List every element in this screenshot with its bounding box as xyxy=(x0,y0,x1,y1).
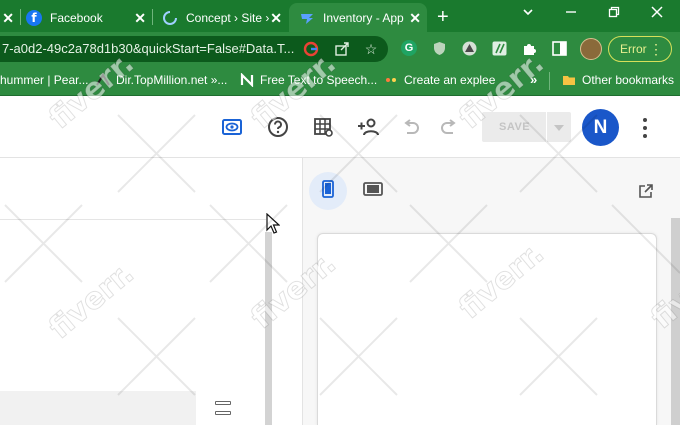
bookmark-topmillion[interactable]: Dir.TopMillion.net »... xyxy=(96,73,227,87)
tab-concept-site[interactable]: Concept › Site › ✕ xyxy=(152,3,288,32)
tab-strip: ✕ f Facebook ✕ Concept › Site › ✕ Invent… xyxy=(0,0,680,32)
help-icon[interactable] xyxy=(265,114,291,140)
address-url: 7-a0d2-49c2a78d1b30&quickStart=False#Dat… xyxy=(2,41,295,56)
side-panel-icon[interactable] xyxy=(551,40,567,56)
facebook-icon: f xyxy=(26,9,42,26)
bookmarks-overflow-button[interactable]: » xyxy=(530,72,537,87)
mouse-cursor-icon xyxy=(266,213,280,234)
tab-label: Facebook xyxy=(50,10,103,25)
profile-error-button[interactable]: Error ⋮ xyxy=(608,36,672,62)
list-item[interactable] xyxy=(0,391,196,425)
open-in-new-icon[interactable] xyxy=(636,181,656,201)
more-vert-icon[interactable] xyxy=(638,116,652,140)
appsheet-icon xyxy=(299,10,315,26)
preview-eye-icon[interactable] xyxy=(219,114,245,140)
n-logo-icon xyxy=(240,73,254,87)
tab-close-icon[interactable]: ✕ xyxy=(2,10,14,27)
share-icon[interactable] xyxy=(333,40,351,58)
extension-slash-icon[interactable] xyxy=(491,40,507,56)
tab-close-icon[interactable]: ✕ xyxy=(270,10,282,27)
shield-extension-icon[interactable] xyxy=(431,40,447,56)
bookmarks-divider xyxy=(549,72,550,90)
chevron-down-icon xyxy=(554,118,564,136)
bookmark-explee[interactable]: Create an explee xyxy=(384,73,495,87)
bookmarks-bar: hummer | Pear... Dir.TopMillion.net »...… xyxy=(0,66,680,96)
more-vert-icon: ⋮ xyxy=(649,41,663,57)
preview-scrollbar[interactable] xyxy=(671,218,680,425)
close-window-icon[interactable] xyxy=(651,5,663,21)
save-button[interactable]: SAVE xyxy=(482,112,546,142)
mobile-icon xyxy=(322,179,334,203)
folder-icon xyxy=(562,73,576,87)
app-header: SAVE xyxy=(0,96,680,158)
tab-partial-left[interactable]: ✕ xyxy=(0,3,20,32)
bookmark-label: Create an explee xyxy=(404,73,496,87)
bookmark-label: Dir.TopMillion.net »... xyxy=(116,73,228,87)
save-dropdown-button[interactable] xyxy=(547,112,571,142)
bookmark-star-icon[interactable]: ☆ xyxy=(362,40,380,58)
other-bookmarks-label: Other bookmarks xyxy=(582,73,675,87)
other-bookmarks-folder[interactable]: Other bookmarks xyxy=(562,73,674,87)
bookmark-hummer[interactable]: hummer | Pear... xyxy=(0,73,88,87)
extensions-puzzle-icon[interactable] xyxy=(521,40,537,56)
stack-list-icon[interactable] xyxy=(215,401,231,415)
minimize-icon[interactable] xyxy=(565,5,577,21)
app-preview-frame[interactable] xyxy=(317,233,657,425)
extension-triangle-icon[interactable] xyxy=(461,40,477,56)
panel-divider xyxy=(0,219,266,220)
new-tab-button[interactable]: + xyxy=(437,6,449,29)
error-label: Error xyxy=(620,42,647,56)
explee-icon xyxy=(384,73,398,87)
grid-settings-icon[interactable] xyxy=(310,114,336,140)
bookmark-label: Free Text to Speech... xyxy=(260,73,378,87)
loading-spinner-icon xyxy=(162,10,178,26)
tablet-icon xyxy=(363,181,383,201)
tab-facebook[interactable]: f Facebook ✕ xyxy=(20,3,152,32)
topmillion-icon xyxy=(96,73,110,87)
undo-icon[interactable] xyxy=(398,114,424,140)
bookmark-free-tts[interactable]: Free Text to Speech... xyxy=(240,73,377,87)
address-bar[interactable]: 7-a0d2-49c2a78d1b30&quickStart=False#Dat… xyxy=(0,36,388,62)
tab-label: Inventory - App xyxy=(323,10,404,25)
profile-avatar[interactable] xyxy=(580,38,602,60)
restore-icon[interactable] xyxy=(608,5,620,21)
tab-close-icon[interactable]: ✕ xyxy=(134,10,146,27)
user-avatar[interactable]: N xyxy=(582,109,619,146)
tab-search-chevron-icon[interactable] xyxy=(522,5,534,21)
tab-label: Concept › Site › xyxy=(186,10,270,25)
tablet-device-button[interactable] xyxy=(362,180,384,202)
bookmark-label: hummer | Pear... xyxy=(0,73,89,87)
tab-close-icon[interactable]: ✕ xyxy=(409,10,421,27)
grammarly-icon[interactable]: G xyxy=(401,40,417,56)
google-lens-icon[interactable] xyxy=(302,40,320,58)
editor-left-panel xyxy=(0,158,302,425)
add-person-icon[interactable] xyxy=(355,114,381,140)
redo-icon[interactable] xyxy=(436,114,462,140)
left-panel-scrollbar[interactable] xyxy=(265,232,272,425)
mobile-device-button[interactable] xyxy=(309,172,347,210)
tab-inventory-app[interactable]: Inventory - App ✕ xyxy=(289,3,427,32)
